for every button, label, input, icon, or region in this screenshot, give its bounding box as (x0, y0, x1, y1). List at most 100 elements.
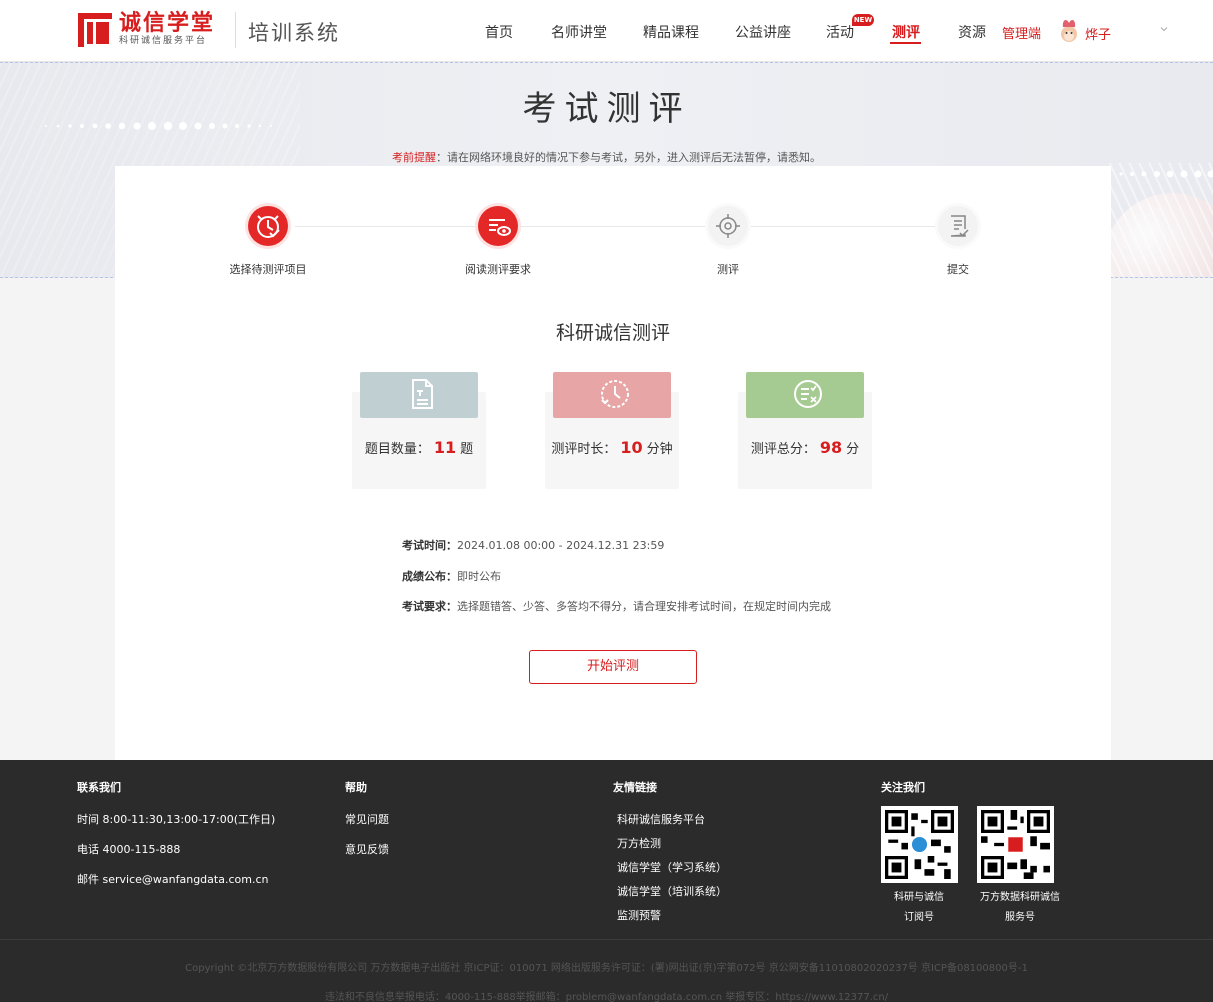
qr-code-icon (885, 810, 954, 879)
banner-decoration-right (1103, 163, 1213, 277)
admin-link[interactable]: 管理端 (1002, 23, 1041, 42)
submit-document-icon (938, 206, 978, 246)
qr-caption-line: 订阅号 (904, 912, 934, 923)
step-label: 提交 (947, 263, 969, 276)
qr-code-subscription (881, 806, 958, 883)
contact-hours: 时间 8:00-11:30,13:00-17:00(工作日) (77, 813, 276, 826)
step-select-project: 选择待测评项目 (208, 206, 328, 277)
nav-famous-teachers[interactable]: 名师讲堂 (551, 22, 607, 42)
nav-resources[interactable]: 资源 (958, 22, 986, 42)
step-read-requirements: 阅读测评要求 (438, 206, 558, 277)
footer-follow-title: 关注我们 (881, 781, 925, 794)
logo-title: 诚信学堂 (119, 11, 216, 36)
step-assessment: 测评 (668, 206, 788, 277)
nav-lectures[interactable]: 公益讲座 (735, 22, 791, 42)
friend-link[interactable]: 科研诚信服务平台 (613, 811, 727, 827)
footer-main: 联系我们 时间 8:00-11:30,13:00-17:00(工作日) 电话 4… (0, 760, 1213, 940)
info-card-header (360, 372, 478, 418)
new-badge: NEW (852, 14, 874, 26)
avatar[interactable] (1058, 17, 1080, 43)
notice-key: 考前提醒 (392, 151, 436, 164)
footer-help-title: 帮助 (345, 781, 367, 794)
banner-title: 考试测评 (522, 89, 691, 129)
qr-caption-line: 万方数据科研诚信 (980, 892, 1060, 903)
qr-caption-subscription: 科研与诚信 订阅号 (864, 888, 974, 928)
chevron-down-icon[interactable] (1159, 24, 1169, 34)
footer-friend-title: 友情链接 (613, 781, 657, 794)
site-logo[interactable]: 诚信学堂 科研诚信服务平台 (78, 12, 215, 47)
friend-link[interactable]: 诚信学堂（培训系统） (613, 883, 727, 899)
exam-time-row: 考试时间：2024.01.08 00:00 - 2024.12.31 23:59 (402, 537, 664, 553)
friend-link[interactable]: 万方检测 (613, 835, 727, 851)
exam-card: 选择待测评项目 阅读测评要求 测评 提交 科研诚信测评 题目数量： 11 题 测… (115, 166, 1111, 760)
nav-active-underline (890, 42, 921, 44)
banner-notice: 考前提醒：请在网络环境良好的情况下参与考试，另外，进入测评后无法暂停，请悉知。 (0, 149, 1213, 165)
contact-email: 邮件 service@wanfangdata.com.cn (77, 873, 269, 886)
question-count-card: 题目数量： 11 题 (352, 372, 486, 489)
copyright-text: Copyright ©北京万方数据股份有限公司 万方数据电子出版社 京ICP证：… (185, 963, 1028, 974)
step-label: 测评 (717, 263, 739, 276)
question-count-text: 题目数量： 11 题 (352, 438, 486, 457)
info-unit: 分 (846, 442, 860, 457)
user-name[interactable]: 烨子 (1085, 24, 1111, 43)
result-publish-row: 成绩公布：即时公布 (402, 568, 501, 584)
total-score-value: 98 (819, 438, 843, 457)
step-label: 选择待测评项目 (229, 263, 307, 276)
qr-caption-line: 科研与诚信 (894, 892, 944, 903)
footer-contact: 联系我们 时间 8:00-11:30,13:00-17:00(工作日) 电话 4… (77, 779, 275, 901)
duration-card: 测评时长： 10 分钟 (545, 372, 679, 489)
stopwatch-icon (601, 380, 629, 408)
nav-assessment[interactable]: 测评 (892, 22, 920, 42)
steps-connector (295, 226, 935, 227)
step-submit: 提交 (898, 206, 1018, 277)
duration-text: 测评时长： 10 分钟 (545, 438, 679, 457)
logo-divider (235, 12, 236, 48)
duration-value: 10 (620, 438, 643, 457)
total-score-card: 测评总分： 98 分 (738, 372, 872, 489)
qr-caption-line: 服务号 (1005, 912, 1035, 923)
banner-dots-right (1119, 170, 1213, 178)
logo-subtitle: 科研诚信服务平台 (119, 36, 208, 46)
info-unit: 分钟 (646, 442, 673, 457)
score-list-icon (794, 380, 822, 408)
document-icon (412, 379, 433, 409)
start-assessment-button[interactable]: 开始评测 (529, 650, 697, 684)
site-footer: 联系我们 时间 8:00-11:30,13:00-17:00(工作日) 电话 4… (0, 760, 1213, 1002)
total-score-text: 测评总分： 98 分 (738, 438, 872, 457)
contact-phone: 电话 4000-115-888 (77, 843, 181, 856)
info-label: 测评时长： (551, 442, 617, 457)
logo-text: 诚信学堂 科研诚信服务平台 (119, 12, 215, 47)
report-info-text: 违法和不良信息举报电话：4000-115-888举报邮箱：problem@wan… (324, 992, 889, 1002)
detail-key: 考试要求： (402, 600, 457, 613)
detail-value: 选择题错答、少答、多答均不得分，请合理安排考试时间，在规定时间内完成 (457, 600, 831, 613)
detail-value: 即时公布 (457, 570, 501, 583)
read-requirements-icon (478, 206, 518, 246)
footer-help: 帮助 常见问题 意见反馈 (345, 779, 389, 871)
info-card-header (746, 372, 864, 418)
exam-title: 科研诚信测评 (555, 322, 670, 344)
qr-code-service (977, 806, 1054, 883)
nav-courses[interactable]: 精品课程 (643, 22, 699, 42)
footer-contact-title: 联系我们 (77, 781, 121, 794)
exam-requirements-row: 考试要求：选择题错答、少答、多答均不得分，请合理安排考试时间，在规定时间内完成 (402, 598, 831, 614)
nav-home[interactable]: 首页 (485, 22, 513, 42)
detail-key: 考试时间： (402, 539, 457, 552)
info-label: 测评总分： (750, 442, 816, 457)
nav-activities[interactable]: 活动 (826, 22, 854, 42)
friend-link[interactable]: 诚信学堂（学习系统） (613, 859, 727, 875)
footer-friend-links: 友情链接 科研诚信服务平台 万方检测 诚信学堂（学习系统） 诚信学堂（培训系统）… (613, 779, 727, 931)
progress-steps: 选择待测评项目 阅读测评要求 测评 提交 (115, 206, 1111, 286)
info-unit: 题 (460, 442, 474, 457)
feedback-link[interactable]: 意见反馈 (345, 841, 389, 857)
target-icon (708, 206, 748, 246)
notice-text: ：请在网络环境良好的情况下参与考试，另外，进入测评后无法暂停，请悉知。 (436, 151, 821, 164)
info-label: 题目数量： (364, 442, 430, 457)
qr-caption-service: 万方数据科研诚信 服务号 (965, 888, 1075, 928)
clock-check-icon (248, 206, 288, 246)
step-label: 阅读测评要求 (465, 263, 531, 276)
friend-link[interactable]: 监测预警 (613, 907, 727, 923)
system-name: 培训系统 (248, 21, 340, 45)
faq-link[interactable]: 常见问题 (345, 811, 389, 827)
detail-value: 2024.01.08 00:00 - 2024.12.31 23:59 (457, 539, 665, 552)
qr-code-icon (981, 810, 1050, 879)
